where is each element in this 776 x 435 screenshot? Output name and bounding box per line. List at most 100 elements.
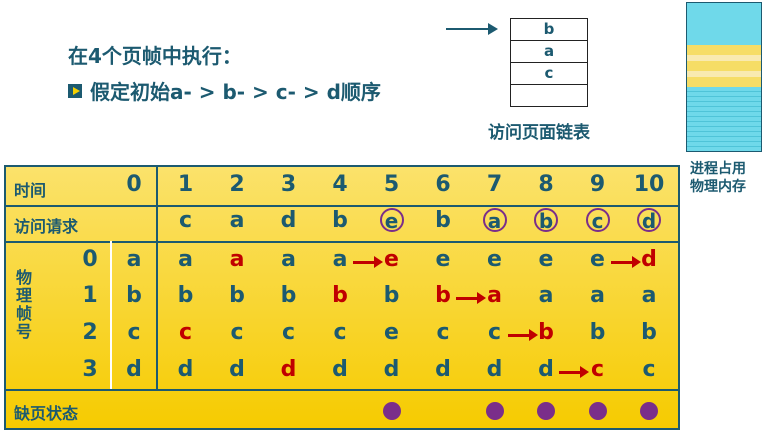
time-tick: 6: [435, 172, 451, 197]
frame-cell: d: [538, 357, 554, 382]
frame-number: 0: [82, 247, 98, 272]
table-divider: [110, 241, 112, 389]
frame-cell: b: [177, 283, 194, 308]
frame-cell: c: [178, 320, 193, 345]
slide-title: 在4个页帧中执行：: [68, 44, 242, 68]
frame-cell: b: [229, 283, 245, 308]
page-fault-marker: [588, 402, 607, 420]
replacement-arrow: [353, 256, 383, 268]
access-request: d: [629, 208, 669, 234]
frame-cell: a: [590, 283, 605, 308]
frame-cell: b: [435, 283, 451, 308]
frame-cell: a: [178, 247, 193, 272]
frame-cell: c: [333, 320, 347, 345]
memory-segment: [687, 77, 761, 87]
list-cell: [511, 85, 587, 106]
slide-subtitle: 假定初始a- > b- > c- > d顺序: [68, 76, 381, 105]
table-divider: [156, 167, 158, 389]
frame-cell: d: [126, 357, 142, 382]
frame-cell: d: [332, 357, 348, 382]
page-fault-marker: [537, 402, 555, 420]
time-tick: 2: [229, 172, 245, 197]
memory-caption: 进程占用 物理内存: [690, 160, 746, 196]
time-tick: 5: [383, 172, 400, 197]
frame-cell: c: [281, 320, 296, 345]
time-tick: 3: [280, 172, 297, 197]
frame-cell: d: [177, 357, 194, 382]
frame-cell: e: [538, 247, 554, 272]
access-request: c: [178, 208, 193, 233]
frame-cell: d: [435, 357, 451, 382]
frame-cell: e: [384, 320, 399, 345]
frame-cell: d: [383, 357, 400, 382]
frame-cell: e: [435, 247, 451, 272]
access-request: a: [229, 208, 245, 233]
fault-label: 缺页状态: [14, 404, 79, 423]
frame-cell: c: [487, 320, 502, 345]
memory-segment: [687, 61, 761, 71]
frame-cell: d: [280, 357, 297, 382]
frame-cell: a: [538, 283, 554, 308]
memory-caption-line: 物理内存: [690, 179, 746, 195]
access-request: c: [578, 208, 618, 234]
frame-cell: a: [281, 247, 296, 272]
memory-caption-line: 进程占用: [690, 161, 746, 177]
time-tick: 7: [486, 172, 503, 197]
replacement-arrow: [507, 329, 538, 341]
frame-cell: b: [280, 283, 297, 308]
access-label: 访问请求: [14, 217, 79, 236]
fault-request-circle: c: [585, 208, 610, 232]
memory-segment: [687, 87, 761, 151]
frame-cell: d: [229, 357, 245, 382]
access-request: b: [435, 208, 451, 233]
page-fault-marker: [640, 402, 658, 420]
list-cell: c: [511, 63, 587, 85]
frame-cell: d: [486, 357, 503, 382]
frame-cell: e: [590, 247, 605, 272]
list-caption: 访问页面链表: [488, 123, 590, 143]
frame-number: 2: [82, 320, 98, 345]
time-label: 时间: [14, 181, 47, 200]
table-divider: [6, 389, 678, 391]
list-cell: a: [511, 41, 587, 63]
access-request: e: [372, 208, 412, 234]
frame-cell: c: [230, 320, 244, 345]
page-replacement-table: 时间 访问请求 物理帧号 缺页状态 0 1 2 3 4 5 6 7 8 9 10 c a d b e b a b c d…: [4, 165, 680, 430]
frame-cell: a: [126, 247, 142, 272]
access-request: b: [526, 208, 566, 234]
time-tick: 10: [633, 172, 665, 197]
access-request: b: [332, 208, 348, 233]
page-fault-marker: [485, 402, 504, 420]
page-linked-list: b a c: [510, 18, 588, 107]
frame-label: 物理帧号: [16, 268, 33, 341]
frame-cell: b: [332, 283, 348, 308]
subtitle-text: 假定初始a- > b- > c- > d顺序: [90, 80, 381, 104]
fault-request-circle: d: [637, 208, 661, 232]
frame-cell: e: [487, 247, 502, 272]
frame-cell: c: [436, 320, 450, 345]
time-tick: 4: [332, 172, 348, 197]
table-divider: [6, 241, 678, 243]
frame-cell: b: [126, 283, 142, 308]
replacement-arrow: [559, 366, 589, 378]
page-fault-marker: [382, 402, 401, 420]
time-tick: 1: [177, 172, 194, 197]
frame-number: 1: [82, 283, 98, 308]
frame-cell: a: [641, 283, 657, 308]
time-tick: 9: [589, 172, 606, 197]
replacement-arrow: [456, 292, 486, 304]
access-request: a: [475, 208, 515, 234]
process-memory-bar: [686, 2, 762, 152]
memory-segment: [687, 3, 761, 45]
table-divider: [6, 205, 678, 207]
fault-request-circle: b: [534, 208, 558, 232]
frame-cell: a: [332, 247, 348, 272]
arrow-right-icon: [488, 23, 498, 35]
frame-cell: b: [383, 283, 400, 308]
frame-cell: c: [642, 357, 656, 382]
access-request: d: [280, 208, 297, 233]
time-tick: 8: [538, 172, 554, 197]
frame-cell: b: [641, 320, 657, 345]
list-pointer-arrow: [446, 28, 490, 30]
frame-cell: a: [229, 247, 245, 272]
